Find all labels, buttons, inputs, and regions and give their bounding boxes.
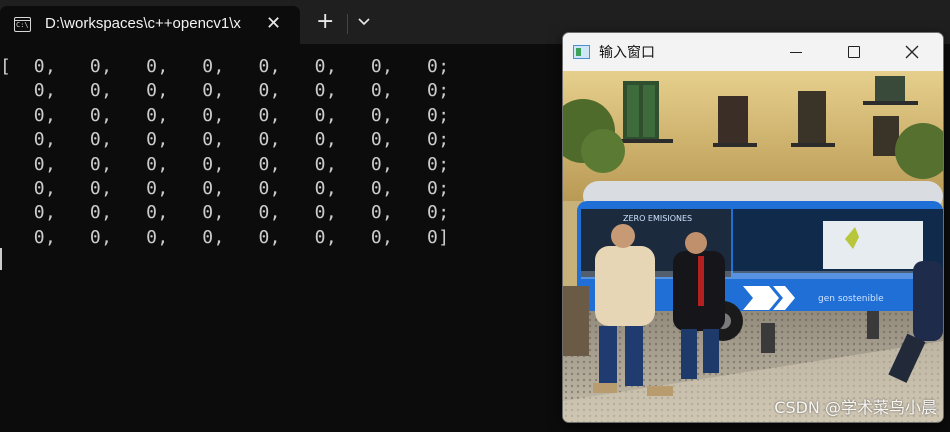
output-line: 0, 0, 0, 0, 0, 0, 0, 0; xyxy=(0,153,450,175)
tab-divider xyxy=(347,14,348,34)
displayed-image: gen sostenible ZERO EMISIONES CSDN @学术菜鸟… xyxy=(563,71,943,422)
close-icon[interactable]: ✕ xyxy=(266,14,281,34)
plus-icon[interactable]: + xyxy=(316,10,334,34)
tab-title: D:\workspaces\c++opencv1\x xyxy=(45,15,241,32)
window-close-icon[interactable] xyxy=(889,33,935,71)
output-line: [ 0, 0, 0, 0, 0, 0, 0, 0; xyxy=(0,56,450,77)
output-line: 0, 0, 0, 0, 0, 0, 0, 0; xyxy=(0,104,450,126)
text-cursor xyxy=(0,248,2,270)
output-line: 0, 0, 0, 0, 0, 0, 0, 0; xyxy=(0,202,450,224)
chevron-down-icon[interactable] xyxy=(356,16,372,28)
terminal-tab[interactable]: C:\ D:\workspaces\c++opencv1\x ✕ xyxy=(0,6,300,44)
output-line: 0, 0, 0, 0, 0, 0, 0, 0; xyxy=(0,177,450,199)
watermark: CSDN @学术菜鸟小晨 xyxy=(774,398,937,417)
window-title: 输入窗口 xyxy=(599,45,655,61)
opencv-window-icon xyxy=(573,45,590,59)
bus-sign: gen sostenible xyxy=(818,294,884,304)
output-line: 0, 0, 0, 0, 0, 0, 0, 0; xyxy=(0,80,450,102)
street-photo: gen sostenible ZERO EMISIONES xyxy=(563,71,943,422)
terminal-icon: C:\ xyxy=(14,17,31,32)
image-window[interactable]: 输入窗口 gen sostenible ZERO EMISIONES CSDN … xyxy=(562,32,944,423)
bus-top-text: ZERO EMISIONES xyxy=(623,214,692,223)
console-output: [ 0, 0, 0, 0, 0, 0, 0, 0; 0, 0, 0, 0, 0,… xyxy=(0,56,449,251)
window-title-bar[interactable]: 输入窗口 xyxy=(563,33,943,71)
maximize-icon[interactable] xyxy=(831,33,877,71)
output-line: 0, 0, 0, 0, 0, 0, 0, 0; xyxy=(0,129,450,151)
output-line: 0, 0, 0, 0, 0, 0, 0, 0] xyxy=(0,226,450,248)
minimize-icon[interactable] xyxy=(773,33,819,71)
